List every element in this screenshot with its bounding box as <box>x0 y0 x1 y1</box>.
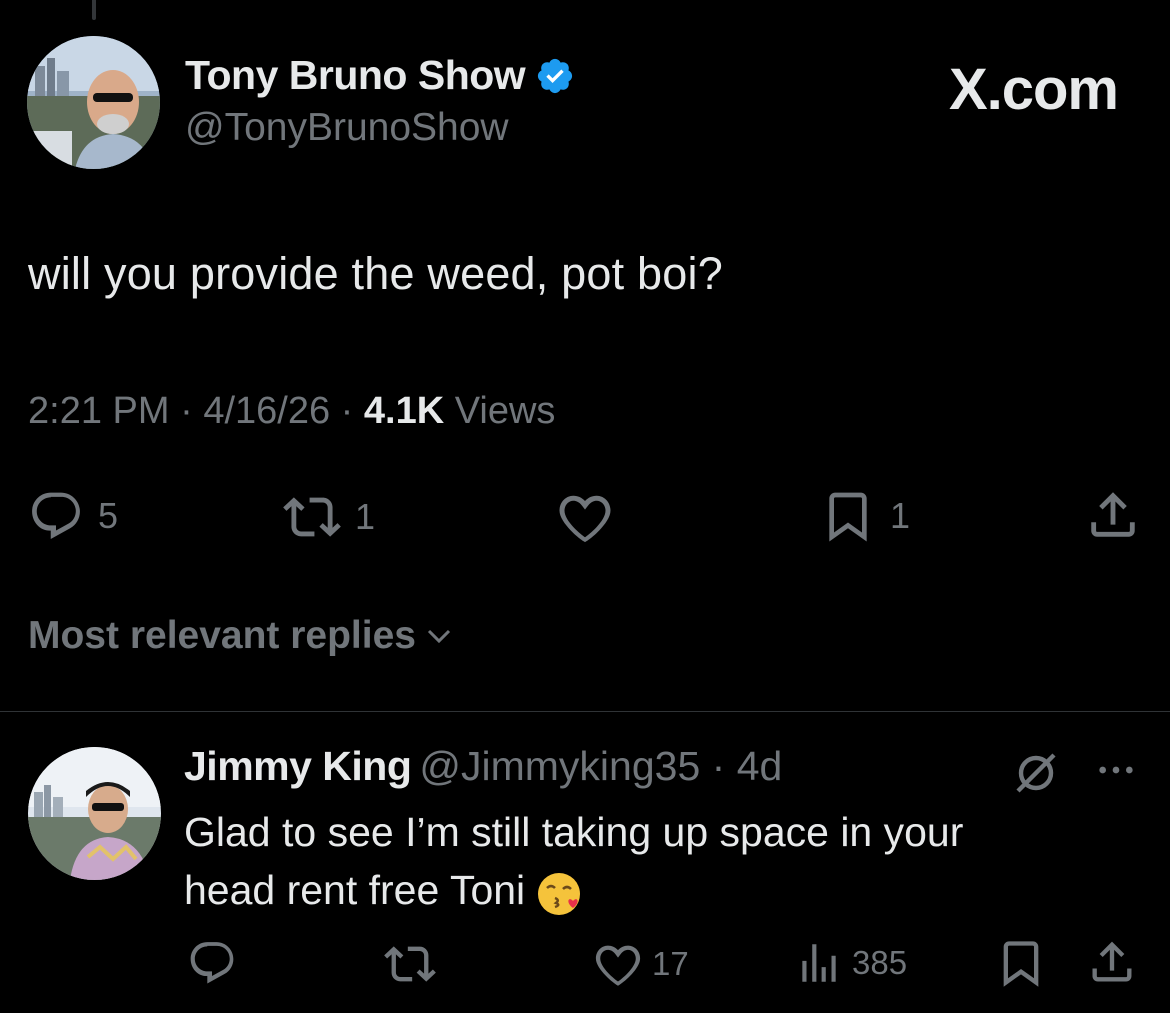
views-count: 4.1K <box>363 390 445 432</box>
reply-text-line-2: head rent free Toni <box>184 861 1084 919</box>
tweet-text: will you provide the weed, pot boi? <box>28 248 723 299</box>
sort-label: Most relevant replies <box>28 614 416 657</box>
author-handle[interactable]: @TonyBrunoShow <box>185 106 509 150</box>
repost-icon <box>384 946 436 982</box>
author-avatar[interactable] <box>27 36 160 169</box>
reply-author-name[interactable]: Jimmy King <box>184 743 412 789</box>
repost-icon <box>283 497 341 537</box>
reply-repost-button[interactable] <box>384 938 436 990</box>
divider <box>0 711 1170 712</box>
separator: · <box>180 390 204 432</box>
bookmark-icon <box>829 492 867 542</box>
reply-author-avatar[interactable] <box>28 747 161 880</box>
share-icon <box>1091 492 1135 537</box>
like-icon <box>559 495 611 543</box>
reply-bookmark-button[interactable] <box>995 937 1047 989</box>
bookmark-count: 1 <box>890 495 911 536</box>
like-icon <box>595 945 641 986</box>
reply-author-handle[interactable]: @Jimmyking35 <box>419 743 700 789</box>
reply-text: Glad to see I’m still taking up space in… <box>184 803 1084 919</box>
bookmark-icon <box>1003 941 1039 987</box>
like-button[interactable] <box>555 487 615 547</box>
reply-share-button[interactable] <box>1086 936 1138 988</box>
author-name[interactable]: Tony Bruno Show <box>185 52 526 99</box>
grok-icon <box>1016 753 1056 793</box>
views-count: 385 <box>852 944 908 981</box>
reply-header: Jimmy King @Jimmyking35 · 4d <box>184 743 782 790</box>
reply-age[interactable]: 4d <box>737 743 783 789</box>
author-name-row[interactable]: Tony Bruno Show <box>185 52 575 99</box>
reply-button[interactable]: 5 <box>28 488 118 544</box>
kissing-face-emoji-icon <box>535 868 585 918</box>
tweet-metadata: 2:21 PM · 4/16/26 · 4.1K Views <box>28 390 555 433</box>
bookmark-button[interactable]: 1 <box>820 488 910 544</box>
sort-replies-dropdown[interactable]: Most relevant replies <box>28 614 454 658</box>
chevron-down-icon <box>427 629 451 644</box>
reply-icon <box>190 942 234 984</box>
separator: · <box>340 390 364 432</box>
reply-count: 5 <box>98 495 119 536</box>
more-icon <box>1099 766 1133 774</box>
grok-button[interactable] <box>1012 749 1060 797</box>
reply-reply-button[interactable] <box>187 938 237 988</box>
tweet-date[interactable]: 4/16/26 <box>203 390 330 432</box>
thread-connector <box>92 0 96 20</box>
brand-watermark: X.com <box>948 57 1119 122</box>
share-icon <box>1092 941 1132 982</box>
reply-icon <box>32 492 80 539</box>
reply-text-line: Glad to see I’m still taking up space in… <box>184 809 964 855</box>
verified-badge-icon <box>535 56 575 96</box>
reply-text-line: head rent free Toni <box>184 867 526 913</box>
like-count: 17 <box>652 945 689 982</box>
reply-views-button[interactable]: 385 <box>794 938 907 988</box>
reply-like-button[interactable]: 17 <box>592 938 689 990</box>
separator: · <box>700 743 737 789</box>
tweet-time[interactable]: 2:21 PM <box>28 390 170 432</box>
views-label: Views <box>454 390 556 432</box>
share-button[interactable] <box>1084 486 1142 544</box>
repost-button[interactable]: 1 <box>283 488 375 546</box>
more-options-button[interactable] <box>1093 750 1139 790</box>
views-icon <box>802 944 836 982</box>
repost-count: 1 <box>355 496 376 537</box>
